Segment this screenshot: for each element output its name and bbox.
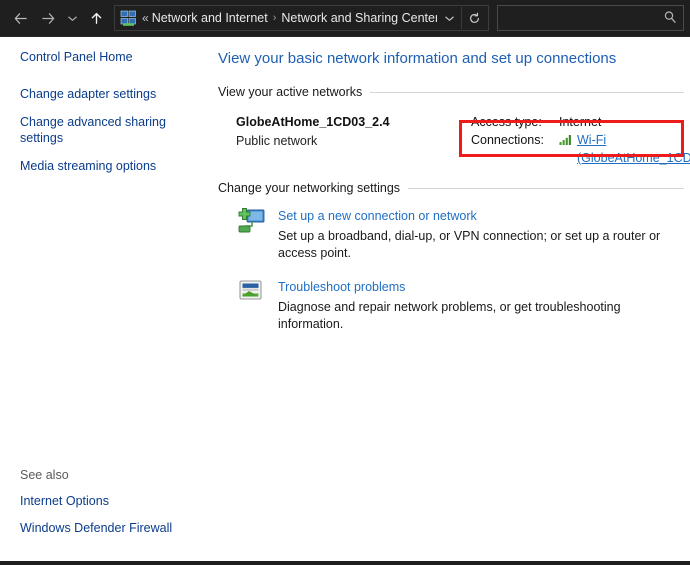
sidebar-item-change-advanced-sharing-settings[interactable]: Change advanced sharing settings xyxy=(20,114,188,146)
breadcrumb-separator: › xyxy=(272,12,277,24)
search-input[interactable] xyxy=(504,10,663,26)
troubleshoot-icon xyxy=(236,278,268,308)
section-header-active-networks: View your active networks xyxy=(218,85,684,99)
connection-link-ssid[interactable]: (GlobeAtHome_1CD03 xyxy=(577,151,690,165)
wifi-signal-icon xyxy=(559,132,573,145)
task-body: Troubleshoot problems Diagnose and repai… xyxy=(278,278,684,333)
back-button[interactable] xyxy=(6,4,34,32)
sidebar-item-control-panel-home[interactable]: Control Panel Home xyxy=(20,49,188,65)
see-also-section: See also Internet Options Windows Defend… xyxy=(20,468,210,561)
sidebar-item-change-adapter-settings[interactable]: Change adapter settings xyxy=(20,86,188,102)
main-panel: View your basic network information and … xyxy=(210,37,690,561)
breadcrumb: « Network and Internet › Network and Sha… xyxy=(142,11,437,25)
navigation-toolbar: « Network and Internet › Network and Sha… xyxy=(0,0,690,37)
task-description: Set up a broadband, dial-up, or VPN conn… xyxy=(278,229,661,260)
sidebar-item-media-streaming-options[interactable]: Media streaming options xyxy=(20,158,188,174)
section-header-change-settings: Change your networking settings xyxy=(218,181,684,195)
connections-row: Connections: Wi-Fi (GlobeAtHome_1C xyxy=(471,131,690,167)
sidebar: Control Panel Home Change adapter settin… xyxy=(0,37,210,561)
access-type-value: Internet xyxy=(559,115,602,129)
forward-button[interactable] xyxy=(34,4,62,32)
connections-value: Wi-Fi (GlobeAtHome_1CD03 xyxy=(559,131,690,167)
address-bar[interactable]: « Network and Internet › Network and Sha… xyxy=(114,5,489,31)
active-network-row: GlobeAtHome_1CD03_2.4 Public network Acc… xyxy=(218,111,690,167)
breadcrumb-overflow[interactable]: « xyxy=(142,11,149,25)
task-troubleshoot-problems: Troubleshoot problems Diagnose and repai… xyxy=(218,278,684,333)
task-link-troubleshoot-problems[interactable]: Troubleshoot problems xyxy=(278,279,405,296)
section-rule xyxy=(370,91,684,93)
active-network-details: Access type: Internet Connections: Wi-Fi… xyxy=(471,111,690,167)
connections-label: Connections: xyxy=(471,133,544,147)
search-box[interactable] xyxy=(497,5,684,31)
page-title: View your basic network information and … xyxy=(218,50,617,67)
new-connection-icon xyxy=(236,207,268,237)
up-button[interactable] xyxy=(82,4,110,32)
section-label-change-settings: Change your networking settings xyxy=(218,181,401,195)
network-folder-icon xyxy=(120,10,137,27)
breadcrumb-item-network-and-internet[interactable]: Network and Internet xyxy=(152,11,268,25)
connection-link-wifi[interactable]: Wi-Fi xyxy=(577,133,606,147)
task-link-set-up-new-connection[interactable]: Set up a new connection or network xyxy=(278,208,477,225)
task-description: Diagnose and repair network problems, or… xyxy=(278,300,621,331)
refresh-icon[interactable] xyxy=(462,6,486,30)
see-also-title: See also xyxy=(20,468,69,482)
access-type-row: Access type: Internet xyxy=(471,113,690,131)
breadcrumb-item-network-and-sharing-center[interactable]: Network and Sharing Center xyxy=(281,11,437,25)
address-dropdown-chevron-down-icon[interactable] xyxy=(437,6,461,30)
network-profile-type: Public network xyxy=(236,134,318,148)
explorer-window: « Network and Internet › Network and Sha… xyxy=(0,0,690,565)
task-set-up-new-connection: Set up a new connection or network Set u… xyxy=(218,207,684,262)
search-icon xyxy=(663,10,677,27)
recent-locations-chevron-down-icon[interactable] xyxy=(62,4,82,32)
section-label-active-networks: View your active networks xyxy=(218,85,363,99)
see-also-item-windows-defender-firewall[interactable]: Windows Defender Firewall xyxy=(20,520,188,536)
section-rule xyxy=(408,187,684,189)
see-also-item-internet-options[interactable]: Internet Options xyxy=(20,493,188,509)
network-name: GlobeAtHome_1CD03_2.4 xyxy=(236,115,390,129)
content-area: Control Panel Home Change adapter settin… xyxy=(0,37,690,565)
task-body: Set up a new connection or network Set u… xyxy=(278,207,684,262)
active-network-identity: GlobeAtHome_1CD03_2.4 Public network xyxy=(236,111,471,167)
access-type-label: Access type: xyxy=(471,115,542,129)
